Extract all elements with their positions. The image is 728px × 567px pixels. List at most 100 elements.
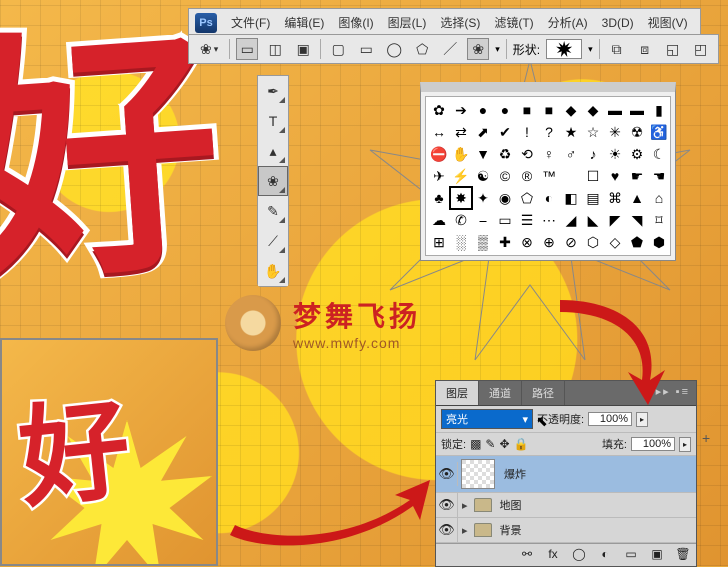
tab-paths[interactable]: 路径 [522, 381, 565, 405]
shape-swatch[interactable]: ⊕ [539, 232, 559, 252]
layer-name[interactable]: 背景 [494, 522, 696, 538]
menu-filter[interactable]: 滤镜(T) [488, 11, 539, 34]
rounded-rect-shape-icon[interactable]: ▭ [355, 38, 377, 60]
shape-swatch[interactable]: ™ [539, 166, 559, 186]
menu-analysis[interactable]: 分析(A) [542, 11, 594, 34]
shape-layers-mode-icon[interactable]: ▭ [236, 38, 258, 60]
panel-menu-icon[interactable]: ▸▸ ▪≡ [650, 381, 696, 405]
shape-swatch[interactable]: ⚙ [627, 144, 647, 164]
shape-swatch[interactable]: ◆ [561, 100, 581, 120]
rectangle-shape-icon[interactable]: ▢ [327, 38, 349, 60]
notes-tool-icon[interactable]: ✎ [258, 196, 288, 226]
shape-swatch[interactable]: ░ [451, 232, 471, 252]
shape-swatch[interactable]: © [495, 166, 515, 186]
shape-swatch[interactable]: ♀ [539, 144, 559, 164]
shape-swatch[interactable]: ✈ [429, 166, 449, 186]
shape-swatch[interactable]: ⟲ [517, 144, 537, 164]
shape-swatch[interactable]: ↔ [429, 122, 449, 142]
shape-swatch[interactable]: ⌂ [649, 188, 669, 208]
shape-swatch[interactable]: ☾ [649, 144, 669, 164]
shape-swatch[interactable]: ✔ [495, 122, 515, 142]
shape-swatch[interactable]: ☛ [627, 166, 647, 186]
tab-channels[interactable]: 通道 [479, 381, 522, 405]
shape-swatch[interactable]: ✚ [495, 232, 515, 252]
shape-swatch[interactable]: ♣ [429, 188, 449, 208]
new-layer-icon[interactable]: ▣ [648, 547, 666, 563]
polygon-shape-icon[interactable]: ⬠ [411, 38, 433, 60]
shape-swatch[interactable]: ☰ [517, 210, 537, 230]
ellipse-shape-icon[interactable]: ◯ [383, 38, 405, 60]
visibility-toggle-icon[interactable]: 👁 [436, 518, 458, 542]
custom-shape-icon[interactable]: ❀ [467, 38, 489, 60]
layer-name[interactable]: 地图 [494, 497, 696, 513]
shape-swatch[interactable]: ▬ [605, 100, 625, 120]
shape-swatch[interactable]: ◇ [605, 232, 625, 252]
shape-swatch[interactable]: ? [539, 122, 559, 142]
shape-swatch[interactable]: ! [517, 122, 537, 142]
line-shape-icon[interactable]: ／ [439, 38, 461, 60]
shape-swatch[interactable]: ◥ [627, 210, 647, 230]
shape-swatch[interactable]: ◧ [561, 188, 581, 208]
menu-layer[interactable]: 图层(L) [382, 11, 433, 34]
pen-tool-icon[interactable]: ✒ [258, 76, 288, 106]
menu-image[interactable]: 图像(I) [332, 11, 379, 34]
delete-layer-icon[interactable]: 🗑 [674, 547, 692, 563]
menu-edit[interactable]: 编辑(E) [278, 11, 330, 34]
shape-swatch[interactable]: ◐ [539, 188, 559, 208]
lock-all-icon[interactable]: 🔒 [514, 437, 529, 451]
combine-subtract-icon[interactable]: ⧈ [634, 38, 656, 60]
hand-tool-icon[interactable]: ✋ [258, 256, 288, 286]
shape-swatch[interactable]: ◢ [561, 210, 581, 230]
shape-swatch[interactable]: ♂ [561, 144, 581, 164]
shape-swatch[interactable]: ◉ [495, 188, 515, 208]
layer-style-icon[interactable]: fx [544, 547, 562, 563]
shape-swatch[interactable]: ✋ [451, 144, 471, 164]
link-layers-icon[interactable]: ⚯ [518, 547, 536, 563]
group-expand-icon[interactable]: ▸ [458, 524, 472, 537]
shape-swatch[interactable]: ☁ [429, 210, 449, 230]
layer-row[interactable]: 👁 爆炸 [436, 456, 696, 493]
shape-swatch[interactable]: ✆ [451, 210, 471, 230]
shape-swatch[interactable]: ⚡ [451, 166, 471, 186]
combine-intersect-icon[interactable]: ◱ [662, 38, 684, 60]
shape-swatch[interactable]: ▬ [627, 100, 647, 120]
shape-swatch[interactable]: ☚ [649, 166, 669, 186]
shape-swatch[interactable]: ▤ [583, 188, 603, 208]
layer-row[interactable]: 👁 ▸ 背景 [436, 518, 696, 543]
menu-select[interactable]: 选择(S) [434, 11, 486, 34]
shape-swatch[interactable]: ♿ [649, 122, 669, 142]
opacity-stepper[interactable]: ▸ [636, 412, 648, 427]
shape-swatch[interactable]: ☀ [605, 144, 625, 164]
shape-tool-preset-icon[interactable]: ❀▾ [195, 38, 223, 60]
visibility-toggle-icon[interactable]: 👁 [436, 493, 458, 517]
layer-row[interactable]: 👁 ▸ 地图 [436, 493, 696, 518]
shape-swatch[interactable]: ⎯ [473, 210, 493, 230]
lock-position-icon[interactable]: ✥ [499, 437, 509, 451]
shape-swatch[interactable]: ⌘ [605, 188, 625, 208]
custom-shape-tool-icon[interactable]: ❀ [258, 166, 288, 196]
shape-swatch[interactable]: ⛔ [429, 144, 449, 164]
shape-swatch[interactable]: ⊗ [517, 232, 537, 252]
shape-swatch[interactable]: ■ [517, 100, 537, 120]
shape-swatch[interactable]: ➔ [451, 100, 471, 120]
type-tool-icon[interactable]: T [258, 106, 288, 136]
shape-swatch[interactable]: ▒ [473, 232, 493, 252]
shape-swatch[interactable]: ✸ [451, 188, 471, 208]
current-shape-preview[interactable] [546, 39, 582, 59]
menu-file[interactable]: 文件(F) [225, 11, 276, 34]
shape-swatch[interactable]: ◣ [583, 210, 603, 230]
eyedropper-tool-icon[interactable]: ⟋ [258, 226, 288, 256]
visibility-toggle-icon[interactable]: 👁 [436, 462, 458, 486]
layer-thumbnail[interactable] [461, 459, 495, 489]
lock-transparency-icon[interactable]: ▩ [470, 437, 481, 451]
shape-swatch[interactable]: ▮ [649, 100, 669, 120]
shape-swatch[interactable]: ◆ [583, 100, 603, 120]
shape-swatch[interactable]: ☆ [583, 122, 603, 142]
shape-swatch[interactable]: ☢ [627, 122, 647, 142]
shape-swatch[interactable]: ⊞ [429, 232, 449, 252]
fill-input[interactable]: 100% [631, 437, 675, 451]
shape-swatch[interactable]: ▲ [627, 188, 647, 208]
shape-swatch[interactable]: ✦ [473, 188, 493, 208]
combine-add-icon[interactable]: ⧉ [606, 38, 628, 60]
shape-swatch[interactable]: ✿ [429, 100, 449, 120]
